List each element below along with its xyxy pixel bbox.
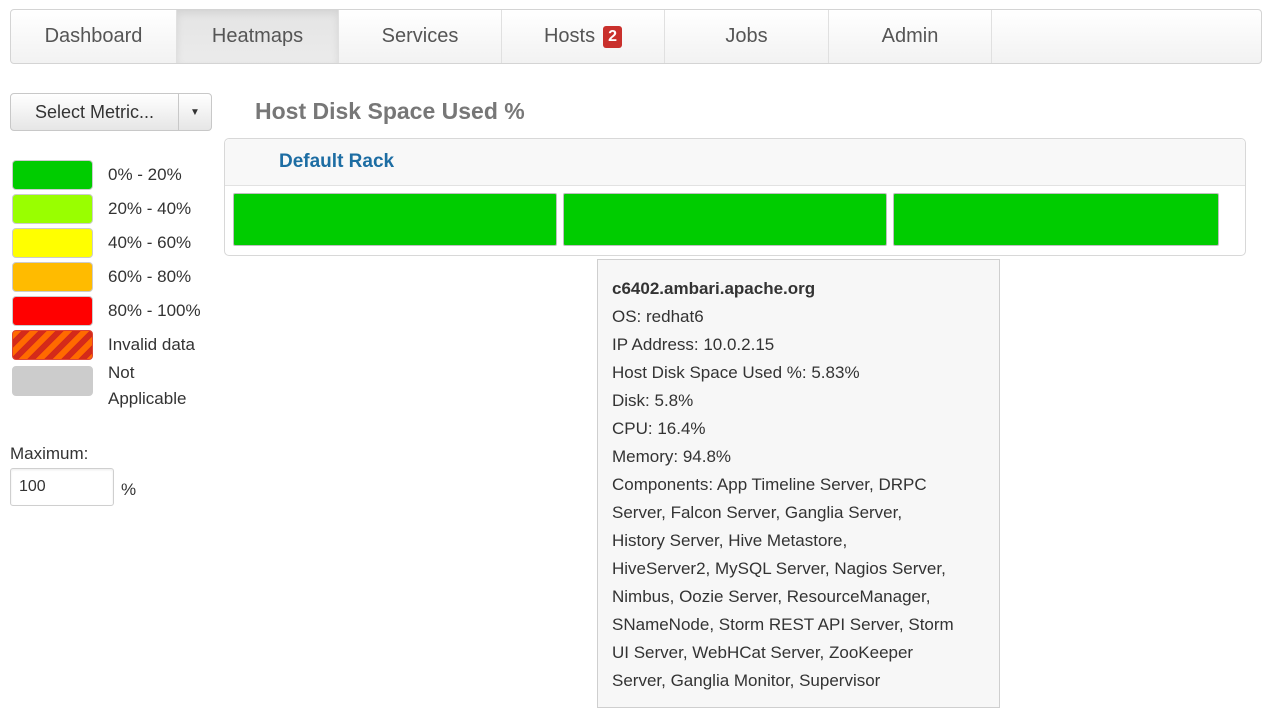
host-cell[interactable]: [563, 193, 887, 246]
tooltip-os: OS: redhat6: [612, 307, 704, 326]
legend-label: Not Applicable: [108, 360, 186, 412]
legend-swatch-hatched: [12, 330, 93, 360]
host-cells: [233, 193, 1219, 246]
select-metric-dropdown[interactable]: Select Metric... ▼: [10, 93, 212, 131]
legend-item: Not Applicable: [12, 362, 201, 424]
legend-item: 60% - 80%: [12, 260, 201, 294]
nav-tab-label: Dashboard: [44, 25, 143, 47]
nav-tab-label: Jobs: [725, 25, 768, 47]
host-cell[interactable]: [893, 193, 1219, 246]
legend-item: 0% - 20%: [12, 158, 201, 192]
maximum-label: Maximum:: [10, 444, 89, 463]
tooltip-components-line: Server, Ganglia Monitor, Supervisor: [612, 671, 881, 690]
top-nav: Dashboard Heatmaps Services Hosts 2 Jobs …: [10, 9, 1262, 64]
legend-swatch: [12, 366, 93, 396]
legend-label-line: Applicable: [108, 389, 187, 408]
tooltip-components-line: UI Server, WebHCat Server, ZooKeeper: [612, 643, 914, 662]
legend-label: 60% - 80%: [108, 267, 192, 286]
nav-tab-hosts[interactable]: Hosts 2: [502, 10, 665, 63]
rack-title[interactable]: Default Rack: [279, 151, 394, 173]
tooltip-components-line: History Server, Hive Metastore,: [612, 531, 848, 550]
nav-tab-services[interactable]: Services: [339, 10, 502, 63]
legend-item: 80% - 100%: [12, 294, 201, 328]
tooltip-components-line: Components: App Timeline Server, DRPC: [612, 475, 927, 494]
tooltip-components: Components: App Timeline Server, DRPC Se…: [612, 471, 985, 695]
page-title: Host Disk Space Used %: [255, 98, 525, 124]
legend-swatch: [12, 160, 93, 190]
tooltip-ip: IP Address: 10.0.2.15: [612, 335, 775, 354]
nav-tab-jobs[interactable]: Jobs: [665, 10, 829, 63]
hosts-alert-badge: 2: [603, 25, 623, 48]
tooltip-components-line: Server, Falcon Server, Ganglia Server,: [612, 503, 903, 522]
rack-panel: Default Rack: [224, 138, 1246, 256]
legend-item: Invalid data: [12, 328, 201, 362]
legend-swatch: [12, 194, 93, 224]
select-metric-button[interactable]: Select Metric...: [11, 94, 179, 130]
tooltip-host-name: c6402.ambari.apache.org: [612, 279, 816, 298]
legend-label: 80% - 100%: [108, 301, 201, 320]
nav-tab-label: Admin: [881, 25, 939, 47]
legend-label: 20% - 40%: [108, 199, 192, 218]
legend-swatch: [12, 228, 93, 258]
caret-down-icon[interactable]: ▼: [179, 94, 211, 130]
nav-tab-admin[interactable]: Admin: [829, 10, 992, 63]
legend-label: 40% - 60%: [108, 233, 192, 252]
tooltip-disk: Disk: 5.8%: [612, 391, 694, 410]
legend-swatch: [12, 262, 93, 292]
tooltip-cpu: CPU: 16.4%: [612, 419, 706, 438]
legend-item: 20% - 40%: [12, 192, 201, 226]
maximum-input[interactable]: [10, 468, 114, 506]
tooltip-components-line: SNameNode, Storm REST API Server, Storm: [612, 615, 954, 634]
heatmap-legend: 0% - 20% 20% - 40% 40% - 60% 60% - 80% 8…: [12, 158, 201, 424]
nav-tab-heatmaps[interactable]: Heatmaps: [177, 10, 339, 63]
tooltip-memory: Memory: 94.8%: [612, 447, 732, 466]
legend-label: Invalid data: [108, 335, 195, 354]
tooltip-components-line: Nimbus, Oozie Server, ResourceManager,: [612, 587, 931, 606]
legend-item: 40% - 60%: [12, 226, 201, 260]
rack-header: Default Rack: [225, 139, 1245, 186]
legend-label: 0% - 20%: [108, 165, 182, 184]
host-cell[interactable]: [233, 193, 557, 246]
nav-tab-label: Hosts: [543, 25, 596, 47]
nav-tab-label: Heatmaps: [211, 25, 304, 47]
tooltip-metric: Host Disk Space Used %: 5.83%: [612, 363, 860, 382]
legend-label-line: Not: [108, 363, 135, 382]
host-tooltip: c6402.ambari.apache.org OS: redhat6 IP A…: [597, 259, 1000, 708]
legend-swatch: [12, 296, 93, 326]
nav-tab-label: Services: [381, 25, 459, 47]
tooltip-components-line: HiveServer2, MySQL Server, Nagios Server…: [612, 559, 946, 578]
nav-tab-dashboard[interactable]: Dashboard: [11, 10, 177, 63]
maximum-unit: %: [121, 480, 137, 499]
